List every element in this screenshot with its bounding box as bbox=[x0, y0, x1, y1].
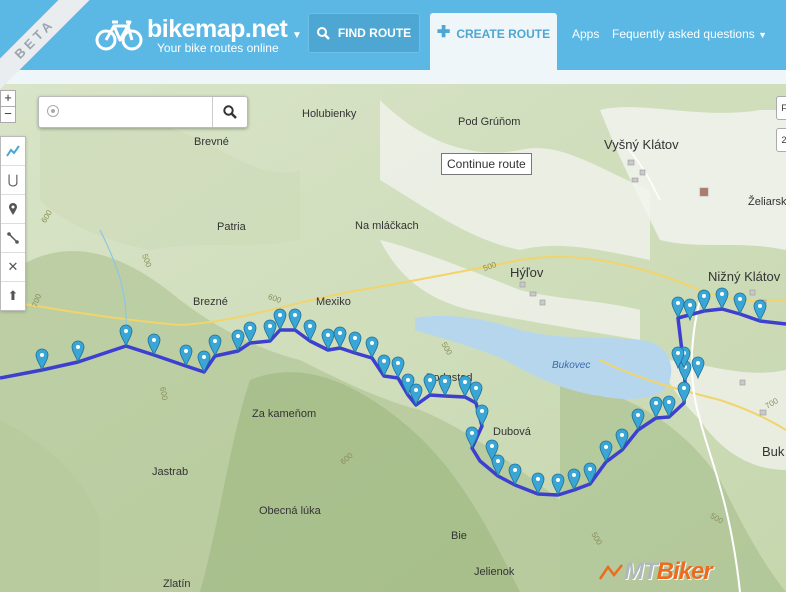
route-waypoint-marker[interactable] bbox=[662, 395, 676, 419]
search-icon bbox=[316, 26, 330, 40]
plus-icon: ✚ bbox=[436, 24, 451, 41]
route-waypoint-marker[interactable] bbox=[377, 354, 391, 378]
route-waypoint-marker[interactable] bbox=[365, 336, 379, 360]
route-waypoint-marker[interactable] bbox=[475, 404, 489, 428]
segment-icon bbox=[7, 232, 19, 244]
segment-tool-button[interactable] bbox=[1, 224, 25, 253]
chevron-down-icon: ▼ bbox=[758, 30, 768, 40]
gps-icon[interactable] bbox=[47, 105, 59, 117]
continue-route-tooltip: Continue route bbox=[441, 153, 532, 175]
route-waypoint-marker[interactable] bbox=[303, 319, 317, 343]
watermark-text-2: Biker bbox=[656, 558, 713, 585]
snap-tool-button[interactable]: ⋃ bbox=[1, 166, 25, 195]
route-waypoint-marker[interactable] bbox=[458, 375, 472, 399]
layer-switch-button[interactable]: F bbox=[776, 96, 786, 120]
route-waypoint-marker[interactable] bbox=[551, 473, 565, 497]
route-waypoint-marker[interactable] bbox=[671, 296, 685, 320]
bike-logo-icon bbox=[95, 20, 143, 51]
route-waypoint-marker[interactable] bbox=[649, 396, 663, 420]
route-waypoint-marker[interactable] bbox=[197, 350, 211, 374]
brand-logo[interactable]: bikemap.net Your bike routes online bbox=[95, 14, 288, 56]
route-toolbar: ⋃ ✕ ⬆ bbox=[0, 136, 26, 311]
beta-ribbon: BETA bbox=[0, 0, 95, 95]
route-waypoint-marker[interactable] bbox=[71, 340, 85, 364]
route-waypoint-marker[interactable] bbox=[697, 289, 711, 313]
route-waypoint-marker[interactable] bbox=[288, 308, 302, 332]
zoom-out-button[interactable]: − bbox=[1, 107, 15, 122]
brand-tagline: Your bike routes online bbox=[157, 40, 279, 55]
route-waypoint-marker[interactable] bbox=[438, 374, 452, 398]
route-waypoint-marker[interactable] bbox=[469, 381, 483, 405]
route-waypoint-marker[interactable] bbox=[508, 463, 522, 487]
route-tool-button[interactable] bbox=[1, 137, 25, 166]
faq-label: Fequently asked questions bbox=[612, 27, 755, 41]
route-waypoint-marker[interactable] bbox=[263, 319, 277, 343]
search-button[interactable] bbox=[212, 97, 247, 127]
route-markers-layer bbox=[35, 287, 767, 497]
apps-link[interactable]: Apps bbox=[572, 27, 599, 41]
faq-link[interactable]: Fequently asked questions ▼ bbox=[612, 27, 767, 41]
route-waypoint-marker[interactable] bbox=[599, 440, 613, 464]
find-route-button[interactable]: FIND ROUTE bbox=[308, 13, 420, 53]
route-waypoint-marker[interactable] bbox=[615, 428, 629, 452]
beta-label: BETA bbox=[0, 0, 95, 95]
create-route-label: CREATE ROUTE bbox=[456, 27, 551, 41]
route-waypoint-marker[interactable] bbox=[677, 381, 691, 405]
map-option-button[interactable]: 2 bbox=[776, 128, 786, 152]
watermark-text-1: MT bbox=[624, 558, 658, 585]
delete-tool-button[interactable]: ✕ bbox=[1, 253, 25, 282]
map-search-box bbox=[38, 96, 248, 128]
find-route-label: FIND ROUTE bbox=[337, 26, 412, 40]
route-waypoint-marker[interactable] bbox=[423, 373, 437, 397]
search-input[interactable] bbox=[65, 101, 209, 123]
route-waypoint-marker[interactable] bbox=[119, 324, 133, 348]
route-waypoint-marker[interactable] bbox=[491, 454, 505, 478]
route-waypoint-marker[interactable] bbox=[208, 334, 222, 358]
route-waypoint-marker[interactable] bbox=[465, 426, 479, 450]
route-waypoint-marker[interactable] bbox=[691, 356, 705, 380]
route-waypoint-marker[interactable] bbox=[321, 328, 335, 352]
pin-icon bbox=[9, 203, 17, 215]
route-waypoint-marker[interactable] bbox=[391, 356, 405, 380]
magnet-icon: ⋃ bbox=[7, 172, 19, 187]
route-waypoint-marker[interactable] bbox=[179, 344, 193, 368]
route-waypoint-marker[interactable] bbox=[567, 468, 581, 492]
subheader-strip bbox=[0, 70, 786, 84]
route-waypoint-marker[interactable] bbox=[348, 331, 362, 355]
route-waypoint-marker[interactable] bbox=[35, 348, 49, 372]
route-tool-icon bbox=[6, 145, 20, 157]
close-icon: ✕ bbox=[7, 259, 19, 274]
mtbiker-watermark: MT Biker bbox=[598, 558, 713, 586]
waypoint-tool-button[interactable] bbox=[1, 195, 25, 224]
mtbiker-logo-icon bbox=[598, 564, 623, 580]
upload-icon: ⬆ bbox=[7, 288, 19, 303]
chevron-down-icon[interactable]: ▼ bbox=[292, 30, 302, 41]
route-waypoint-marker[interactable] bbox=[583, 462, 597, 486]
route-waypoint-marker[interactable] bbox=[333, 326, 347, 350]
route-waypoint-marker[interactable] bbox=[531, 472, 545, 496]
route-waypoint-marker[interactable] bbox=[231, 329, 245, 353]
route-waypoint-marker[interactable] bbox=[243, 321, 257, 345]
brand-name: bikemap.net bbox=[147, 14, 288, 43]
route-waypoint-marker[interactable] bbox=[683, 298, 697, 322]
upload-tool-button[interactable]: ⬆ bbox=[1, 282, 25, 310]
route-waypoint-marker[interactable] bbox=[733, 292, 747, 316]
search-icon bbox=[223, 105, 237, 119]
route-waypoint-marker[interactable] bbox=[409, 383, 423, 407]
map-canvas[interactable]: Holubienky Pod Grúňom Vyšný Klátov Brevn… bbox=[0, 84, 786, 592]
route-waypoint-marker[interactable] bbox=[715, 287, 729, 311]
route-waypoint-marker[interactable] bbox=[147, 333, 161, 357]
create-route-button[interactable]: ✚ CREATE ROUTE bbox=[430, 13, 557, 70]
route-waypoint-marker[interactable] bbox=[631, 408, 645, 432]
route-waypoint-marker[interactable] bbox=[753, 299, 767, 323]
